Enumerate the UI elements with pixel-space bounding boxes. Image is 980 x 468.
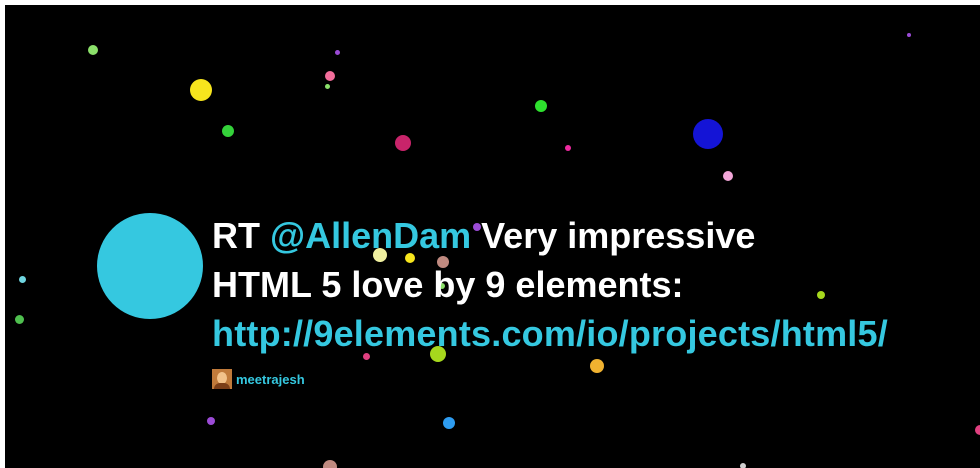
particle-dot <box>443 417 455 429</box>
particle-dot <box>15 315 24 324</box>
particle-dot <box>590 359 604 373</box>
author-username[interactable]: meetrajesh <box>236 372 305 387</box>
particle-dot <box>88 45 98 55</box>
particle-dot <box>325 84 330 89</box>
particle-dot <box>325 71 335 81</box>
tweet-text: RT @AllenDam Very impressive HTML 5 love… <box>212 211 980 358</box>
tweet-mention-link[interactable]: @AllenDam <box>270 215 471 256</box>
retweet-prefix: RT <box>212 215 270 256</box>
tweet-url-link[interactable]: http://9elements.com/io/projects/html5/ <box>212 309 980 358</box>
particle-dot <box>222 125 234 137</box>
particle-dot <box>565 145 571 151</box>
particle-dot <box>693 119 723 149</box>
particle-dot <box>207 417 215 425</box>
particle-dot <box>907 33 911 37</box>
particle-dot <box>395 135 411 151</box>
particle-dot <box>975 425 980 435</box>
particle-dot <box>723 171 733 181</box>
particle-dot <box>335 50 340 55</box>
tweet-line-1: RT @AllenDam Very impressive <box>212 211 980 260</box>
tweet-line-1-rest: Very impressive <box>471 215 756 256</box>
visualization-canvas: RT @AllenDam Very impressive HTML 5 love… <box>5 5 980 468</box>
particle-dot <box>323 460 337 468</box>
particle-dot <box>740 463 746 468</box>
particle-dot <box>535 100 547 112</box>
tweet-avatar-bubble <box>97 213 203 319</box>
tweet-author[interactable]: meetrajesh <box>212 368 305 390</box>
author-avatar <box>212 369 232 389</box>
particle-dot <box>190 79 212 101</box>
particle-dot <box>19 276 26 283</box>
tweet-line-2: HTML 5 love by 9 elements: <box>212 264 684 305</box>
avatar-shirt-shape <box>214 383 230 389</box>
